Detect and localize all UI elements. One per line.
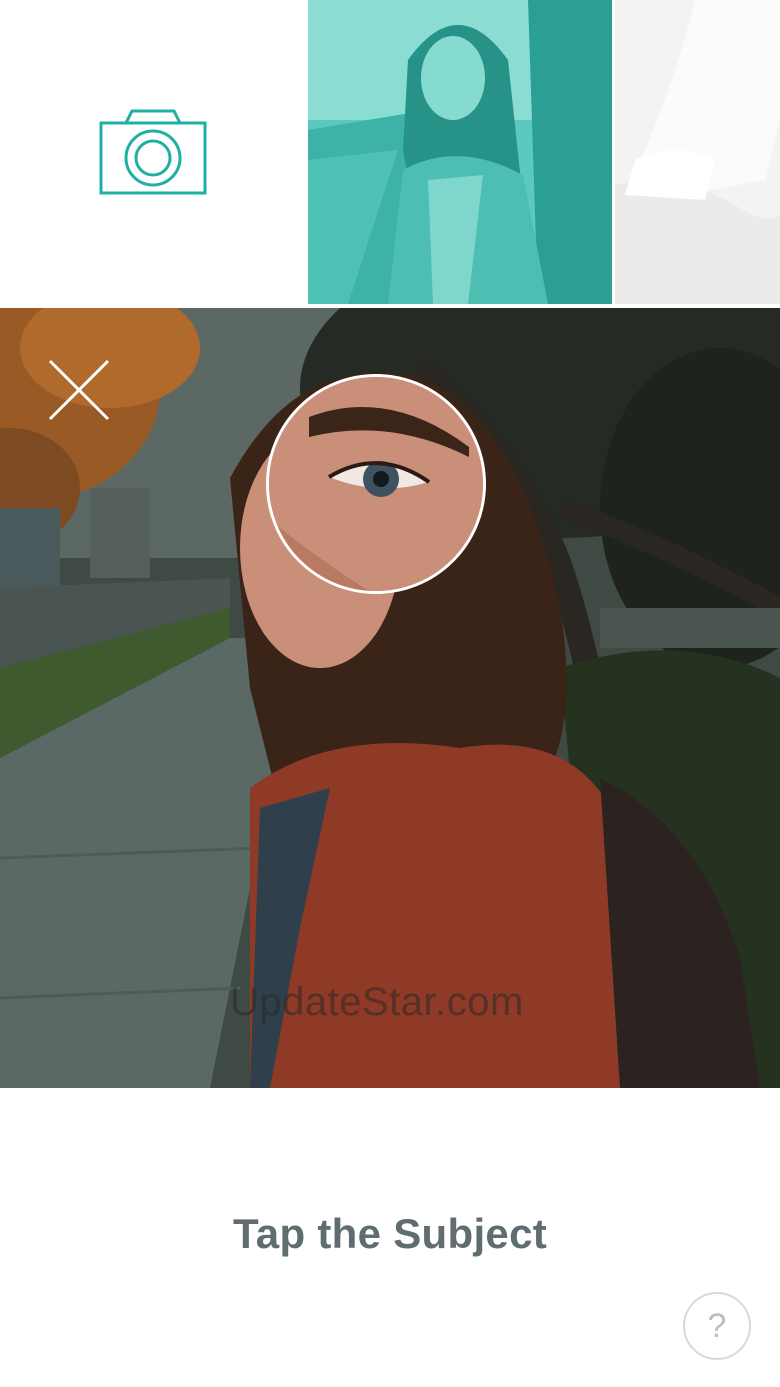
photo-strip	[0, 0, 780, 304]
white-outfit-image	[615, 0, 780, 304]
app-screen: UpdateStar.com Tap the Subject ?	[0, 0, 780, 1387]
thumbnail-white-outfit[interactable]	[615, 0, 780, 304]
close-button[interactable]	[44, 355, 114, 425]
help-button[interactable]: ?	[683, 1292, 751, 1360]
close-icon[interactable]	[44, 355, 114, 425]
magnified-eye	[269, 377, 483, 591]
help-icon: ?	[707, 1306, 727, 1345]
magnifier-loupe	[266, 374, 486, 594]
camera-icon[interactable]	[98, 107, 208, 197]
instruction-text: Tap the Subject	[232, 1210, 548, 1257]
thumbnail-teal-selfie[interactable]	[308, 0, 612, 304]
teal-selfie-image	[308, 0, 612, 304]
watermark-text: UpdateStar.com	[230, 980, 524, 1024]
camera-tile[interactable]	[0, 0, 306, 304]
